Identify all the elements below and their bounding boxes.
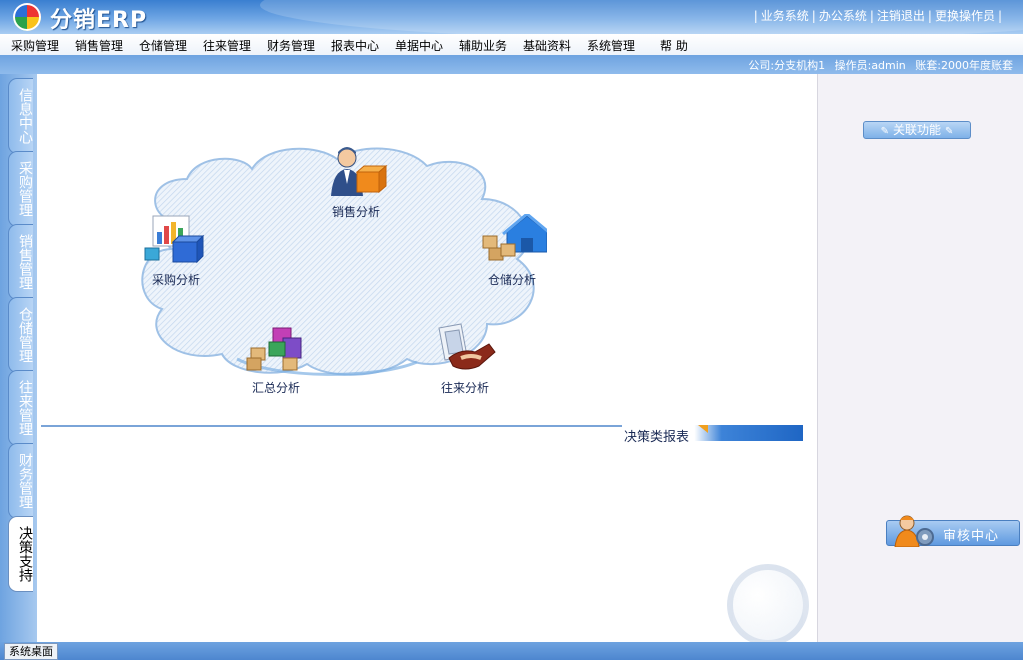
side-tab-info-center[interactable]: 信息中心 [8,78,33,154]
bottom-taskbar: 系统桌面 [0,642,1023,660]
status-company: 公司:分支机构1 [748,59,826,72]
menu-auxiliary[interactable]: 辅助业务 [459,37,507,54]
salesperson-icon [331,147,388,196]
label-summary-analysis: 汇总分析 [251,381,300,395]
app-logo-text: 分销ERP [50,8,148,33]
auditor-gear-icon [894,515,934,547]
link-logout[interactable]: 注销退出 [877,9,925,23]
node-sales-analysis[interactable]: 销售分析 [321,144,391,220]
report-section-header: 决策类报表 [622,425,803,445]
side-tab-decision-support[interactable]: 决策支持 [8,516,33,592]
pencil-icon: ✎ [945,126,954,137]
main-content: 销售分析 采购分析 仓储分析 汇总分析 往来分析 决策类报表 [37,74,817,646]
side-tab-warehouse[interactable]: 仓储管理 [8,297,33,373]
side-tab-sales[interactable]: 销售管理 [8,224,33,300]
status-info: 公司:分支机构1 操作员:admin 账套:2000年度账套 [742,57,1013,73]
related-functions-label: 关联功能 [892,123,941,137]
menu-report-center[interactable]: 报表中心 [331,37,379,54]
menu-sales[interactable]: 销售管理 [75,37,123,54]
menu-finance[interactable]: 财务管理 [267,37,315,54]
audit-center-button[interactable]: 审核中心 [886,515,1020,547]
menu-warehouse[interactable]: 仓储管理 [139,37,187,54]
status-operator: 操作员:admin [834,59,906,72]
menu-help[interactable]: 帮 助 [660,37,688,54]
warehouse-icon [482,212,552,261]
top-links: | 业务系统 | 办公系统 | 注销退出 | 更换操作员 | [751,7,1005,24]
menu-purchase[interactable]: 采购管理 [11,37,59,54]
audit-center-label: 审核中心 [943,529,1000,544]
logo-icon [13,3,41,31]
separator: | [927,9,932,23]
report-section-title: 决策类报表 [624,430,690,445]
purchase-chart-icon [144,215,205,264]
separator: | [811,9,816,23]
link-change-operator[interactable]: 更换操作员 [935,9,995,23]
node-warehouse-analysis[interactable]: 仓储分析 [475,212,552,288]
label-contacts-analysis: 往来分析 [440,381,489,395]
node-summary-analysis[interactable]: 汇总分析 [241,324,311,396]
side-tab-purchase[interactable]: 采购管理 [8,151,33,227]
label-sales-analysis: 销售分析 [331,205,380,219]
node-contacts-analysis[interactable]: 往来分析 [429,322,501,396]
menu-system[interactable]: 系统管理 [587,37,635,54]
system-desktop-tab[interactable]: 系统桌面 [4,643,58,660]
pencil-icon: ✎ [880,126,889,137]
status-account: 账套:2000年度账套 [915,59,1013,72]
label-warehouse-analysis: 仓储分析 [487,273,536,287]
summary-boxes-icon [246,327,302,371]
magnifier-watermark-icon [727,564,809,646]
link-business-system[interactable]: 业务系统 [761,9,809,23]
side-tab-rail: 信息中心 采购管理 销售管理 仓储管理 往来管理 财务管理 决策支持 [0,74,37,642]
separator: | [869,9,874,23]
app-header: 分销ERP | 业务系统 | 办公系统 | 注销退出 | 更换操作员 | [0,0,1023,34]
menu-basic-data[interactable]: 基础资料 [523,37,571,54]
menu-document-center[interactable]: 单据中心 [395,37,443,54]
main-menu-bar: 采购管理 销售管理 仓储管理 往来管理 财务管理 报表中心 单据中心 辅助业务 … [0,34,1023,56]
separator: | [997,9,1002,23]
node-purchase-analysis[interactable]: 采购分析 [141,212,211,288]
side-tab-finance[interactable]: 财务管理 [8,443,33,519]
related-functions-button[interactable]: ✎ 关联功能 ✎ [863,121,971,139]
report-header-accent [698,425,708,433]
separator: | [753,9,758,23]
link-office-system[interactable]: 办公系统 [819,9,867,23]
right-panel: ✎ 关联功能 ✎ 审核中心 [817,74,1023,642]
status-bar: 公司:分支机构1 操作员:admin 账套:2000年度账套 [0,55,1023,74]
side-tab-contacts[interactable]: 往来管理 [8,370,33,446]
handshake-icon [438,323,496,370]
menu-contacts[interactable]: 往来管理 [203,37,251,54]
label-purchase-analysis: 采购分析 [151,273,200,287]
